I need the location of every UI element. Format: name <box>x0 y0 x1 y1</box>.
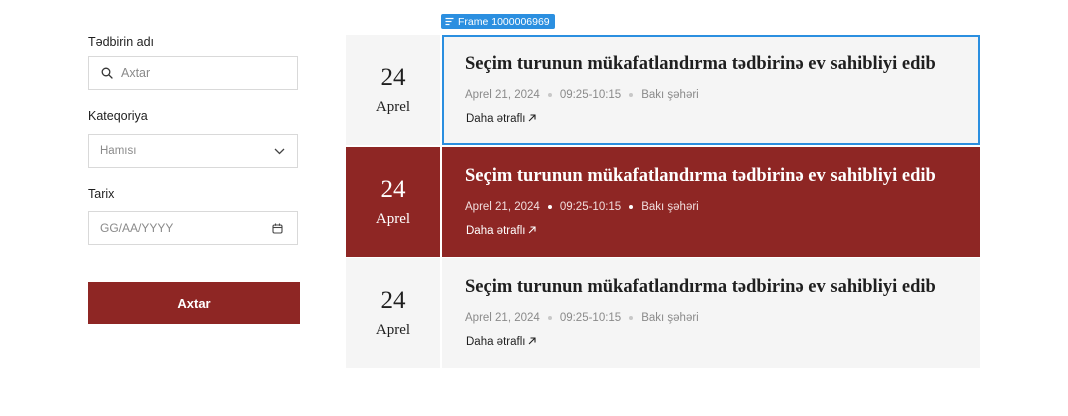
event-name-label: Tədbirin adı <box>88 35 155 49</box>
read-more-label: Daha ətraflı <box>466 113 526 125</box>
read-more-label: Daha ətraflı <box>466 225 526 237</box>
event-month: Aprel <box>375 322 411 338</box>
event-day: 24 <box>380 287 406 314</box>
read-more-link[interactable]: Daha ətraflı <box>466 113 537 125</box>
event-date-badge: 24 Aprel <box>346 35 440 145</box>
separator-dot <box>547 205 552 209</box>
arrow-up-right-icon <box>528 113 537 125</box>
event-meta: Aprel 21, 2024 09:25-10:15 Bakı şəhəri <box>465 89 699 101</box>
read-more-label: Daha ətraflı <box>466 336 526 348</box>
event-time: 09:25-10:15 <box>559 312 622 324</box>
search-placeholder: Axtar <box>121 66 151 80</box>
frame-tag-label: Frame 1000006969 <box>458 15 550 28</box>
search-input[interactable]: Axtar <box>88 56 298 90</box>
event-row[interactable]: 24 Aprel Seçim turunun mükafatlandırma t… <box>346 258 980 368</box>
date-input[interactable]: GG/AA/YYYY <box>88 211 298 245</box>
date-placeholder: GG/AA/YYYY <box>100 221 174 235</box>
event-location: Bakı şəhəri <box>641 89 699 101</box>
event-meta: Aprel 21, 2024 09:25-10:15 Bakı şəhəri <box>465 201 699 213</box>
arrow-up-right-icon <box>528 225 537 237</box>
event-date: Aprel 21, 2024 <box>465 312 540 324</box>
separator-dot <box>629 205 634 209</box>
event-month: Aprel <box>375 99 411 115</box>
event-content: Seçim turunun mükafatlandırma tədbirinə … <box>442 258 980 368</box>
event-location: Bakı şəhəri <box>641 201 699 213</box>
category-select[interactable]: Hamısı <box>88 134 298 168</box>
event-title[interactable]: Seçim turunun mükafatlandırma tədbirinə … <box>465 166 936 187</box>
event-month: Aprel <box>375 211 411 227</box>
read-more-link[interactable]: Daha ətraflı <box>466 225 537 237</box>
event-content: Seçim turunun mükafatlandırma tədbirinə … <box>442 35 980 145</box>
separator-dot <box>629 316 634 320</box>
read-more-link[interactable]: Daha ətraflı <box>466 336 537 348</box>
date-label: Tarix <box>88 187 115 201</box>
event-title[interactable]: Seçim turunun mükafatlandırma tədbirinə … <box>465 277 936 298</box>
frame-icon <box>445 17 454 26</box>
separator-dot <box>629 93 634 97</box>
event-date-badge: 24 Aprel <box>346 147 440 257</box>
calendar-icon[interactable] <box>272 223 283 234</box>
event-location: Bakı şəhəri <box>641 312 699 324</box>
event-content: Seçim turunun mükafatlandırma tədbirinə … <box>442 147 980 257</box>
separator-dot <box>547 316 552 320</box>
event-time: 09:25-10:15 <box>559 89 622 101</box>
separator-dot <box>547 93 552 97</box>
event-time: 09:25-10:15 <box>559 201 622 213</box>
frame-tag: Frame 1000006969 <box>441 14 555 29</box>
event-date: Aprel 21, 2024 <box>465 89 540 101</box>
chevron-down-icon <box>274 148 285 155</box>
event-day: 24 <box>380 64 406 91</box>
event-date-badge: 24 Aprel <box>346 258 440 368</box>
search-icon <box>100 66 114 80</box>
event-row[interactable]: 24 Aprel Seçim turunun mükafatlandırma t… <box>346 147 980 257</box>
event-meta: Aprel 21, 2024 09:25-10:15 Bakı şəhəri <box>465 312 699 324</box>
category-value: Hamısı <box>100 145 137 157</box>
event-day: 24 <box>380 176 406 203</box>
category-label: Kateqoriya <box>88 109 148 123</box>
search-button[interactable]: Axtar <box>88 282 300 324</box>
arrow-up-right-icon <box>528 336 537 348</box>
event-date: Aprel 21, 2024 <box>465 201 540 213</box>
event-row[interactable]: 24 Aprel Seçim turunun mükafatlandırma t… <box>346 35 980 145</box>
event-title[interactable]: Seçim turunun mükafatlandırma tədbirinə … <box>465 54 936 75</box>
